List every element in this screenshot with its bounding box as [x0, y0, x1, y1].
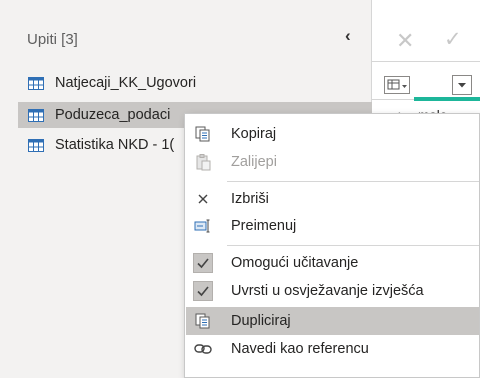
query-item-label: Statistika NKD - 1( — [55, 137, 175, 153]
table-icon — [28, 108, 44, 122]
menu-item-label: Navedi kao referencu — [231, 341, 369, 357]
menu-item-label: Omogući učitavanje — [231, 255, 359, 271]
table-icon — [28, 76, 44, 90]
table-icon — [387, 79, 407, 90]
menu-item-label: Kopiraj — [231, 126, 277, 142]
table-icon — [28, 138, 44, 152]
close-icon[interactable]: ✕ — [396, 30, 414, 52]
copy-icon — [193, 124, 213, 144]
context-menu: Kopiraj Zalijepi Izbriši Preimenuj Omogu… — [184, 113, 480, 378]
reference-link-icon — [193, 339, 213, 359]
menu-item-label: Izbriši — [231, 191, 269, 207]
menu-separator — [227, 245, 479, 246]
menu-item-zalijepi[interactable]: Zalijepi — [186, 148, 479, 176]
menu-item-uvrsti-osvjezavanje[interactable]: Uvrsti u osvježavanje izvješća — [186, 277, 479, 305]
menu-item-label: Preimenuj — [231, 218, 297, 234]
formula-bar: ✕ ✓ — [372, 0, 480, 62]
menu-item-kopiraj[interactable]: Kopiraj — [186, 120, 479, 148]
query-item-label: Poduzeca_podaci — [55, 107, 171, 123]
menu-item-preimenuj[interactable]: Preimenuj — [186, 212, 479, 240]
table-menu-button[interactable] — [384, 76, 410, 94]
checkbox-checked-icon — [193, 281, 213, 301]
rename-icon — [193, 216, 213, 236]
menu-item-omoguci-ucitavanje[interactable]: Omogući učitavanje — [186, 249, 479, 277]
menu-item-label: Dupliciraj — [231, 313, 291, 329]
checkbox-checked-icon — [193, 253, 213, 273]
menu-item-izbrisi[interactable]: Izbriši — [186, 185, 479, 213]
menu-item-label: Zalijepi — [231, 154, 277, 170]
column-quality-bar — [414, 97, 480, 101]
column-filter-button[interactable] — [452, 75, 472, 95]
chevron-down-icon — [458, 83, 466, 88]
menu-item-navedi-referencu[interactable]: Navedi kao referencu — [186, 335, 479, 363]
query-item-statistika[interactable]: Statistika NKD - 1( — [18, 132, 184, 158]
delete-icon — [193, 189, 213, 209]
grid-header — [372, 62, 480, 100]
menu-item-label: Uvrsti u osvježavanje izvješća — [231, 283, 424, 299]
queries-pane-header: Upiti [3] ‹ — [0, 0, 372, 54]
queries-pane-title: Upiti [3] — [27, 31, 78, 48]
chevron-left-icon[interactable]: ‹ — [345, 27, 351, 44]
menu-separator — [227, 181, 479, 182]
query-item-label: Natjecaji_KK_Ugovori — [55, 75, 197, 91]
paste-icon — [193, 152, 213, 172]
query-item-natjecaji[interactable]: Natjecaji_KK_Ugovori — [18, 70, 358, 96]
menu-item-dupliciraj[interactable]: Dupliciraj — [186, 307, 479, 335]
duplicate-icon — [193, 311, 213, 331]
checkmark-icon[interactable]: ✓ — [444, 29, 462, 50]
